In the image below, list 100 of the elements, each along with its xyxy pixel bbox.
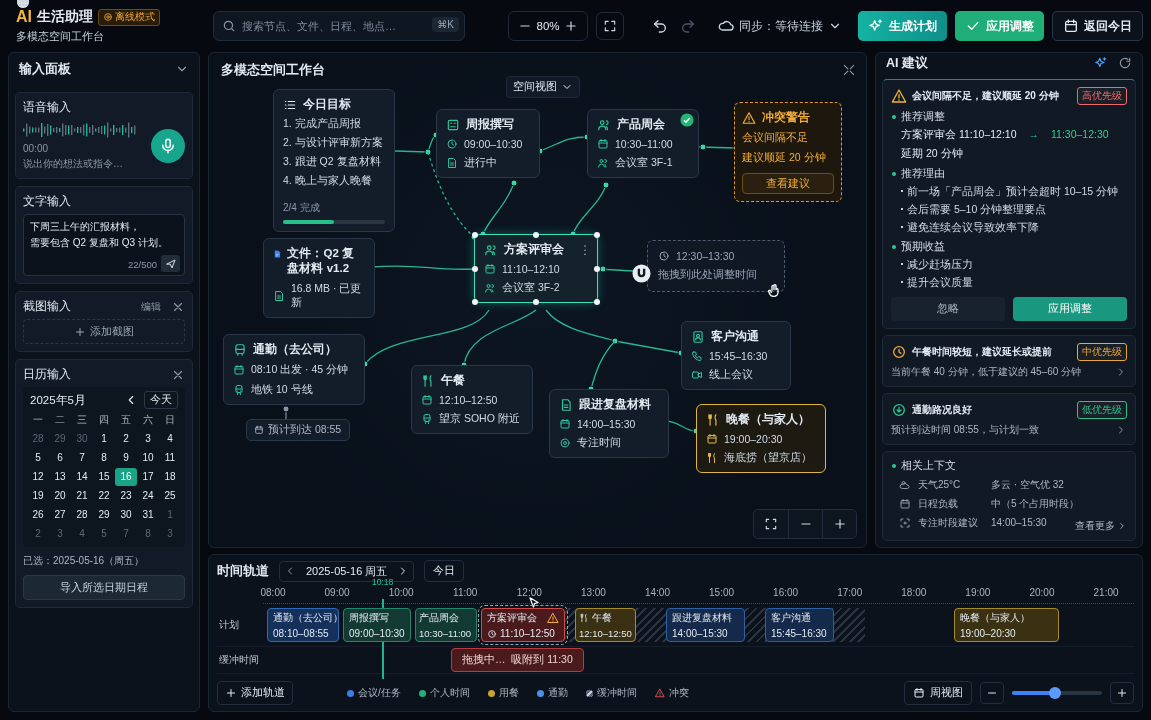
calendar-day[interactable]: 9 [115, 449, 137, 467]
calendar-day[interactable]: 6 [49, 449, 71, 467]
calendar-day[interactable]: 21 [71, 487, 93, 505]
suggestion-card[interactable]: 通勤路况良好 低优先级 预计到达时间 08:55，与计划一致 [882, 393, 1136, 445]
calendar-day[interactable]: 11 [159, 449, 181, 467]
calendar-day[interactable]: 12 [27, 468, 49, 486]
calendar-day[interactable]: 27 [49, 506, 71, 524]
add-screenshot-button[interactable]: 添加截图 [23, 319, 185, 344]
resize-handle[interactable] [472, 265, 478, 272]
event-card[interactable]: 方案评审会 11:10–12:10 会议室 3F-2 [474, 234, 598, 303]
resize-handle[interactable] [594, 232, 600, 238]
calendar-day[interactable]: 5 [27, 449, 49, 467]
send-button[interactable] [161, 255, 180, 272]
zoom-out-button[interactable] [980, 682, 1004, 704]
week-view-button[interactable]: 周视图 [904, 681, 972, 705]
calendar-day[interactable]: 25 [159, 487, 181, 505]
timeline-block[interactable]: 跟进复盘材料 14:00–15:30 [666, 608, 745, 642]
section-heading: 推荐理由 [891, 167, 1127, 181]
calendar-day[interactable]: 4 [159, 430, 181, 448]
target-icon [559, 437, 571, 449]
event-card[interactable]: 客户沟通 15:45–16:30 线上会议 [681, 321, 791, 390]
card-title: 方案评审会 [504, 242, 564, 257]
see-more-link[interactable]: 查看更多 [1075, 519, 1127, 533]
calendar-day[interactable]: 7 [71, 449, 93, 467]
calendar-day[interactable]: 22 [93, 487, 115, 505]
card-detail: 海底捞（望京店） [724, 451, 812, 465]
calendar-day[interactable]: 20 [49, 487, 71, 505]
calendar-day[interactable]: 23 [115, 487, 137, 505]
ignore-button[interactable]: 忽略 [891, 297, 1005, 321]
resize-handle[interactable] [472, 299, 478, 305]
import-schedule-button[interactable]: 导入所选日期日程 [23, 575, 185, 600]
calendar-day[interactable]: 17 [137, 468, 159, 486]
add-lane-button[interactable]: 添加轨道 [217, 681, 293, 705]
fullscreen-button[interactable] [596, 12, 624, 40]
weekday-label: 六 [142, 413, 154, 427]
today-button[interactable]: 今日 [424, 560, 465, 582]
event-card[interactable]: 午餐 12:10–12:50 望京 SOHO 附近 [411, 365, 533, 434]
resize-handle[interactable] [594, 265, 600, 272]
view-dropdown[interactable]: 空间视图 [506, 76, 580, 98]
calendar-day[interactable]: 24 [137, 487, 159, 505]
calendar-day[interactable]: 28 [71, 506, 93, 524]
goal-card[interactable]: 今日目标 1. 完成产品周报 2. 与设计评审新方案 3. 跟进 Q2 复盘材料 4. 晚上与家人晚餐 2/4 完成 [273, 89, 395, 232]
calendar-day[interactable]: 26 [27, 506, 49, 524]
redo-icon [680, 18, 696, 34]
calendar-day[interactable]: 15 [93, 468, 115, 486]
apply-button[interactable]: 应用调整 [1013, 297, 1127, 321]
today-button[interactable]: 返回今日 [1052, 11, 1143, 41]
clock-icon [658, 250, 670, 262]
bus-icon [233, 342, 247, 357]
refresh-icon[interactable] [1118, 56, 1132, 70]
zoom-in-button[interactable] [1110, 682, 1134, 704]
calendar-day[interactable]: 2 [115, 430, 137, 448]
sparkle-icon[interactable] [1094, 56, 1108, 70]
legend-label: 用餐 [498, 686, 519, 700]
microphone-button[interactable] [151, 128, 185, 163]
event-card[interactable]: 跟进复盘材料 14:00–15:30 专注时间 [549, 389, 669, 458]
edit-link[interactable]: 编辑 [141, 299, 161, 314]
sync-status-button[interactable]: 同步：等待连接 [718, 18, 842, 34]
today-button[interactable]: 今天 [144, 391, 178, 409]
view-suggestion-button[interactable]: 查看建议 [742, 173, 834, 194]
event-card[interactable]: 通勤（去公司） 08:10 出发 · 45 分钟 地铁 10 号线 [223, 334, 365, 405]
file-meta: 16.8 MB · 已更新 [291, 282, 363, 310]
warning-text: 会议间隔不足 [742, 131, 809, 145]
timeline-block[interactable]: 晚餐（与家人） 19:00–20:30 [954, 608, 1059, 642]
resize-handle[interactable] [472, 232, 478, 238]
calendar-day[interactable]: 3 [137, 430, 159, 448]
resize-handle[interactable] [594, 299, 600, 305]
suggestion-card[interactable]: 午餐时间较短，建议延长或提前 中优先级 当前午餐 40 分钟，低于建议的 45–60 分钟 [882, 335, 1136, 387]
collapse-icon[interactable] [842, 63, 856, 77]
calendar-day[interactable]: 13 [49, 468, 71, 486]
calendar-day[interactable]: 19 [27, 487, 49, 505]
zoom-slider-thumb[interactable] [1049, 687, 1062, 699]
file-card[interactable]: 文件：Q2 复盘材料 v1.2 16.8 MB · 已更新 [263, 238, 375, 318]
calendar-day[interactable]: 31 [137, 506, 159, 524]
send-icon [164, 257, 177, 270]
timeline-block[interactable]: 方案评审会 11:10–12:50 [481, 608, 565, 642]
event-card[interactable]: 晚餐（与家人） 19:00–20:30 海底捞（望京店） [696, 404, 826, 473]
calendar-day[interactable]: 30 [115, 506, 137, 524]
calendar-day[interactable]: 18 [159, 468, 181, 486]
arrow-text: → [1028, 127, 1040, 142]
panel-title: 时间轨道 [217, 562, 269, 580]
timeline-block[interactable]: 产品周会 10:30–11:00 [415, 608, 477, 642]
card-title: 午餐 [441, 373, 465, 388]
calendar-day[interactable]: 14 [71, 468, 93, 486]
calendar-day[interactable]: 1 [93, 430, 115, 448]
resize-handle[interactable] [533, 232, 539, 238]
resize-handle[interactable] [533, 299, 539, 305]
timeline-block[interactable]: 午餐 12:10–12:50 [575, 608, 636, 642]
lane-label: 缓冲时间 [218, 653, 260, 667]
calendar-day[interactable]: 29 [93, 506, 115, 524]
clock-icon [487, 628, 497, 639]
event-card[interactable]: 产品周会 10:30–11:00 会议室 3F-1 [587, 109, 699, 178]
calendar-day[interactable]: 10 [137, 449, 159, 467]
timeline-block[interactable]: 客户沟通 15:45–16:30 [765, 608, 834, 642]
event-card[interactable]: 周报撰写 09:00–10:30 进行中 [436, 109, 540, 178]
bullet-item: 减少赶场压力 [891, 256, 1127, 272]
calendar-day[interactable]: 8 [93, 449, 115, 467]
timeline-block[interactable]: 周报撰写 09:00–10:30 [343, 608, 411, 642]
timeline-block[interactable]: 通勤（去公司） 08:10–08:55 [267, 608, 339, 642]
drop-hint: 拖拽到此处调整时间 [658, 268, 758, 282]
